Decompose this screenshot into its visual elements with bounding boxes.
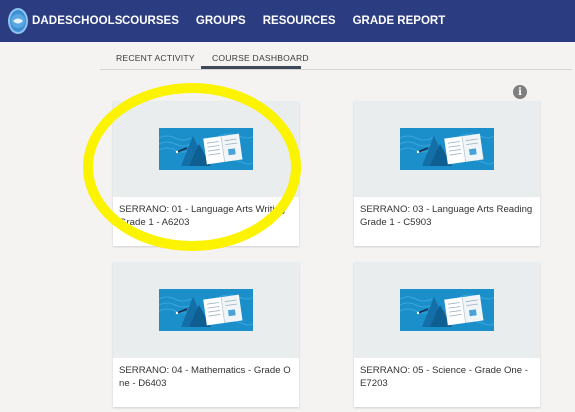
nav-resources[interactable]: RESOURCES xyxy=(263,15,336,27)
course-card-image xyxy=(354,262,540,358)
dashboard-tabs: RECENT ACTIVITY COURSE DASHBOARD xyxy=(100,48,572,70)
course-card[interactable]: SERRANO: 01 - Language Arts Writing Grad… xyxy=(113,101,299,246)
nav-groups[interactable]: GROUPS xyxy=(196,15,246,27)
active-tab-indicator xyxy=(201,66,301,69)
course-card[interactable]: SERRANO: 05 - Science - Grade One - E720… xyxy=(354,262,540,407)
tab-course-dashboard[interactable]: COURSE DASHBOARD xyxy=(212,53,309,63)
course-card[interactable]: SERRANO: 04 - Mathematics - Grade O ne -… xyxy=(113,262,299,407)
info-icon[interactable]: i xyxy=(513,85,527,99)
top-navigation-bar: DADESCHOOLS COURSES GROUPS RESOURCES GRA… xyxy=(0,0,575,42)
course-card-image xyxy=(354,101,540,197)
course-card[interactable]: SERRANO: 03 - Language Arts Reading Grad… xyxy=(354,101,540,246)
course-title[interactable]: SERRANO: 03 - Language Arts Reading Grad… xyxy=(360,204,536,229)
book-banner-icon xyxy=(159,289,253,331)
logo-text: DADESCHOOLS xyxy=(32,15,123,27)
book-banner-icon xyxy=(159,128,253,170)
nav-courses[interactable]: COURSES xyxy=(122,15,179,27)
course-title[interactable]: SERRANO: 04 - Mathematics - Grade O ne -… xyxy=(119,365,295,390)
course-title[interactable]: SERRANO: 05 - Science - Grade One - E720… xyxy=(360,365,536,390)
course-card-image xyxy=(113,262,299,358)
course-title[interactable]: SERRANO: 01 - Language Arts Writing Grad… xyxy=(119,204,295,229)
logo-globe-icon xyxy=(8,8,28,34)
dadeschools-logo[interactable]: DADESCHOOLS xyxy=(0,0,122,42)
tab-recent-activity[interactable]: RECENT ACTIVITY xyxy=(116,53,195,63)
nav-grade-report[interactable]: GRADE REPORT xyxy=(353,15,446,27)
book-banner-icon xyxy=(400,289,494,331)
book-banner-icon xyxy=(400,128,494,170)
course-card-image xyxy=(113,101,299,197)
